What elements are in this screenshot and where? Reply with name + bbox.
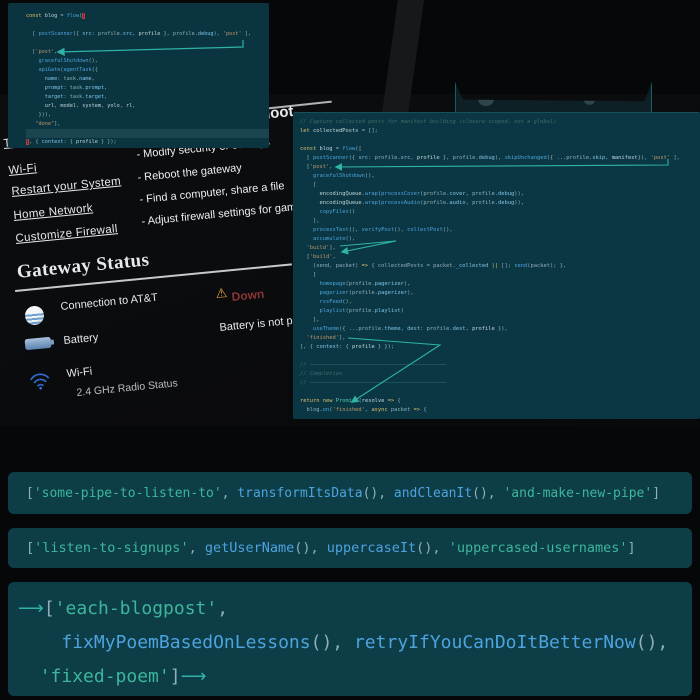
code-line: ['post', <box>26 48 269 57</box>
code-line: copyFiles() <box>300 208 700 217</box>
battery-status: Battery is not p <box>219 315 293 334</box>
code-line: ['listen-to-signups', getUserName(), upp… <box>26 540 636 556</box>
code-right: // Capture collected posts for manifest … <box>293 113 700 415</box>
code-editor-left: const blog = flow([ [ postScanner({ src:… <box>8 3 269 148</box>
code-line: accumulate(), <box>300 235 700 244</box>
code-left: const blog = flow([ [ postScanner({ src:… <box>8 3 269 147</box>
code-line: encodingQueue.wrap(processCover(profile.… <box>300 190 700 199</box>
code-line: gracefulShutdown(), <box>26 57 269 66</box>
code-line: useTheme({ ...profile.theme, dest: profi… <box>300 325 700 334</box>
code-line: const blog = flow([ <box>300 145 700 154</box>
wifi-icon <box>28 371 52 391</box>
code-line: // ─────────────────────────────────────… <box>300 361 700 370</box>
bullet-adjust-firewall: - Adjust firewall settings for gam <box>141 201 297 228</box>
code-line: ], { context: { profile } }); <box>300 343 700 352</box>
pipe-example-1: ['some-pipe-to-listen-to', transformItsD… <box>8 472 692 514</box>
code-line: url, model, system, yolo, rl, <box>26 102 269 111</box>
code-line: 'fixed-poem']⟶ <box>18 660 668 694</box>
code-line: return new Promise(resolve => { <box>300 397 700 406</box>
wifi-label: Wi-Fi <box>66 366 93 380</box>
code-line: ], <box>300 316 700 325</box>
router-port-icon <box>584 95 595 105</box>
code-line: apiGate(agentTask({ <box>26 66 269 75</box>
battery-label: Battery <box>63 332 99 347</box>
code-line: ['post', <box>300 163 700 172</box>
battery-icon <box>25 337 52 350</box>
code-line: fixMyPoemBasedOnLessons(), retryIfYouCan… <box>18 626 668 660</box>
code-line <box>26 129 269 138</box>
code-line: [ <box>300 271 700 280</box>
sidebar-link-home-network[interactable]: Home Network <box>13 202 93 222</box>
code-line: pagerizer(profile.pagerizer), <box>300 289 700 298</box>
bullet-reboot-gateway: - Reboot the gateway <box>137 162 242 184</box>
code-line: name: task.name, <box>26 75 269 84</box>
pipe-example-3: ⟶['each-blogpost', fixMyPoemBasedOnLesso… <box>8 582 692 696</box>
code-line: homepage(profile.pagerizer), <box>300 280 700 289</box>
code-line: [ postScanner({ src: profile.src, profil… <box>26 30 269 39</box>
pipe2-code: ['listen-to-signups', getUserName(), upp… <box>8 540 636 556</box>
sidebar-link-wifi[interactable]: Wi-Fi <box>8 162 37 177</box>
connection-label: Connection to AT&T <box>60 292 158 313</box>
sidebar-link-restart-system[interactable]: Restart your System <box>11 175 122 197</box>
code-line: ['some-pipe-to-listen-to', transformItsD… <box>26 486 660 501</box>
code-line: (send, packet) => { collectedPosts = pac… <box>300 262 700 271</box>
code-line: })), <box>26 111 269 120</box>
code-line: ], { context: { profile } }); <box>26 138 269 147</box>
photo-edge-strip <box>381 0 424 120</box>
code-line: ], <box>300 217 700 226</box>
pipe-example-2: ['listen-to-signups', getUserName(), upp… <box>8 528 692 568</box>
connection-status-down: Down <box>231 287 265 304</box>
radio-status-label: 2.4 GHz Radio Status <box>76 377 178 399</box>
code-line <box>300 352 700 361</box>
code-line: blog.on('finished', async packet => { <box>300 406 700 415</box>
code-line: // Completion <box>300 370 700 379</box>
warning-icon: ⚠ <box>215 286 228 302</box>
code-line: ['build', <box>300 253 700 262</box>
code-line: gracefulShutdown(), <box>300 172 700 181</box>
sidebar-link-customize-firewall[interactable]: Customize Firewall <box>15 223 118 245</box>
router-port-icon <box>478 92 494 106</box>
page: Troubleshoot Troubleshoot Wi-Fi Restart … <box>0 0 700 700</box>
code-line: [ <box>300 181 700 190</box>
code-line: encodingQueue.wrap(processAudio(profile.… <box>300 199 700 208</box>
code-line: 'build'], <box>300 244 700 253</box>
code-line <box>300 388 700 397</box>
code-line: // ─────────────────────────────────────… <box>300 379 700 388</box>
code-line: playlist(profile.playlist) <box>300 307 700 316</box>
code-editor-right: // Capture collected posts for manifest … <box>293 112 700 419</box>
pipe1-code: ['some-pipe-to-listen-to', transformItsD… <box>8 486 660 501</box>
code-line <box>26 39 269 48</box>
code-line: ⟶['each-blogpost', <box>18 592 668 626</box>
code-line: rssFeed(), <box>300 298 700 307</box>
code-line: // Capture collected posts for manifest … <box>300 118 700 127</box>
code-line <box>300 136 700 145</box>
code-line: processText(), verifyPost(), collectPost… <box>300 226 700 235</box>
code-line: "done"], <box>26 120 269 129</box>
pipe3-code: ⟶['each-blogpost', fixMyPoemBasedOnLesso… <box>8 582 668 694</box>
bullet-find-computer: - Find a computer, share a file <box>139 180 285 206</box>
code-line <box>26 21 269 30</box>
code-line: 'finished'], <box>300 334 700 343</box>
router-device-photo <box>455 82 652 114</box>
code-line: prompt: task.prompt, <box>26 84 269 93</box>
code-line: target: task.target, <box>26 93 269 102</box>
code-line: let collectedPosts = []; <box>300 127 700 136</box>
code-line: [ postScanner({ src: profile.src, profil… <box>300 154 700 163</box>
att-globe-icon <box>24 305 45 326</box>
code-line: const blog = flow([ <box>26 12 269 21</box>
